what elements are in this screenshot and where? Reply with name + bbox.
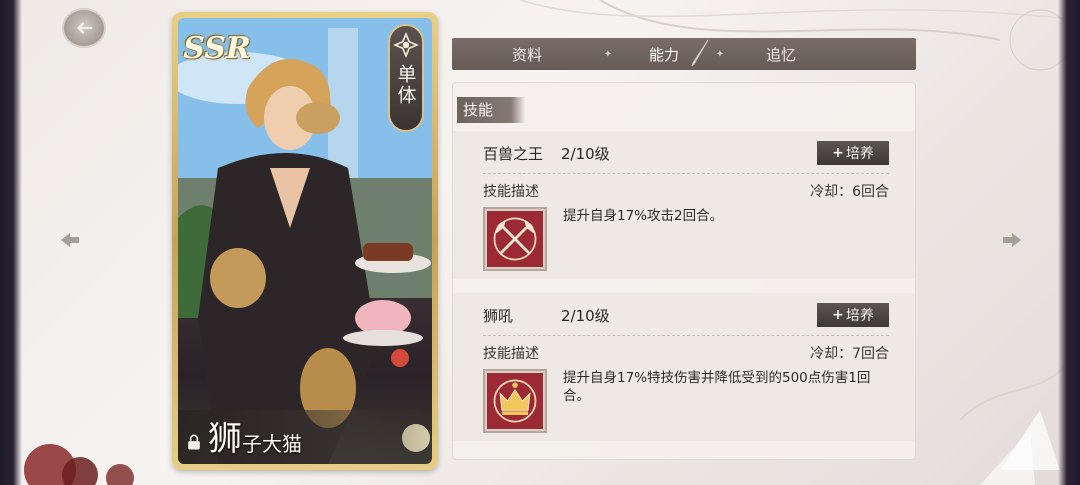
detail-tabs: 资料 ✦ 能力 ✦ 追忆 xyxy=(452,38,916,70)
tab-separator: ✦ xyxy=(603,48,613,60)
skill-level: 2/10级 xyxy=(561,145,610,163)
skill-description-label: 技能描述 xyxy=(483,184,539,200)
train-skill-button[interactable]: + 培养 xyxy=(817,141,889,165)
arrow-right-icon xyxy=(1003,233,1021,247)
skill-description: 提升自身17%特技伤害并降低受到的500点伤害1回合。 xyxy=(563,370,871,404)
card-name-first-char: 狮 xyxy=(208,419,242,459)
skill-section-title: 技能 xyxy=(457,97,525,123)
plus-icon: + xyxy=(832,145,844,161)
skill-icon-frame xyxy=(483,207,547,271)
tab-ability[interactable]: 能力 xyxy=(614,38,714,70)
skill-name: 百兽之王 xyxy=(483,145,544,163)
rarity-badge: SSR xyxy=(183,30,251,66)
tab-ability-label: 能力 xyxy=(648,45,679,64)
skill-cooldown: 冷却：6回合 xyxy=(810,184,889,200)
target-type-icon xyxy=(393,32,419,58)
back-arrow-icon xyxy=(77,22,93,34)
divider xyxy=(483,173,889,174)
back-button[interactable] xyxy=(62,8,106,48)
character-card[interactable]: SSR 单体 狮 子大猫 xyxy=(172,12,438,470)
crossed-axes-icon xyxy=(487,211,543,267)
skill-level: 2/10级 xyxy=(561,307,610,325)
train-button-label: 培养 xyxy=(845,308,874,324)
next-card-arrow[interactable] xyxy=(1000,228,1024,252)
skill-panel: 技能 百兽之王 2/10级 + 培养 技能描述 冷却：6回合 提升自身17%攻击… xyxy=(452,82,916,460)
tab-memories-label: 追忆 xyxy=(765,45,796,64)
skill-name: 狮吼 xyxy=(483,307,514,325)
skill-icon-frame xyxy=(483,369,547,433)
crown-icon xyxy=(487,373,543,429)
target-type-badge: 单体 xyxy=(388,24,424,132)
card-name-plate: 狮 子大猫 xyxy=(178,410,432,464)
train-skill-button[interactable]: + 培养 xyxy=(817,303,889,327)
skill-entry: 狮吼 2/10级 + 培养 技能描述 冷却：7回合 提升自身17%特技伤害并降低… xyxy=(453,293,915,441)
tab-separator: ✦ xyxy=(715,48,725,60)
lock-icon xyxy=(188,434,200,450)
previous-card-arrow[interactable] xyxy=(58,228,82,252)
tab-profile-label: 资料 xyxy=(511,45,542,64)
skill-cooldown: 冷却：7回合 xyxy=(810,346,889,362)
card-artwork-frame: SSR 单体 狮 子大猫 xyxy=(178,18,432,464)
quill-pen-icon xyxy=(691,39,709,67)
divider xyxy=(483,335,889,336)
card-name-rest: 子大猫 xyxy=(242,432,302,456)
left-edge-shade xyxy=(0,0,22,485)
skill-entry: 百兽之王 2/10级 + 培养 技能描述 冷却：6回合 提升自身17%攻击2回合… xyxy=(453,131,915,279)
tab-memories[interactable]: 追忆 xyxy=(726,38,836,70)
target-type-label: 单体 xyxy=(394,64,417,106)
skill-description-label: 技能描述 xyxy=(483,346,539,362)
plus-icon: + xyxy=(832,307,844,323)
right-edge-shade xyxy=(1058,0,1080,485)
arrow-left-icon xyxy=(61,233,79,247)
train-button-label: 培养 xyxy=(845,146,874,162)
skill-description: 提升自身17%攻击2回合。 xyxy=(563,208,724,224)
skill-screen: SSR 单体 狮 子大猫 资料 ✦ 能力 ✦ 追忆 技能 百兽之王 2/10级 … xyxy=(0,0,1080,485)
tab-profile[interactable]: 资料 xyxy=(452,38,602,70)
